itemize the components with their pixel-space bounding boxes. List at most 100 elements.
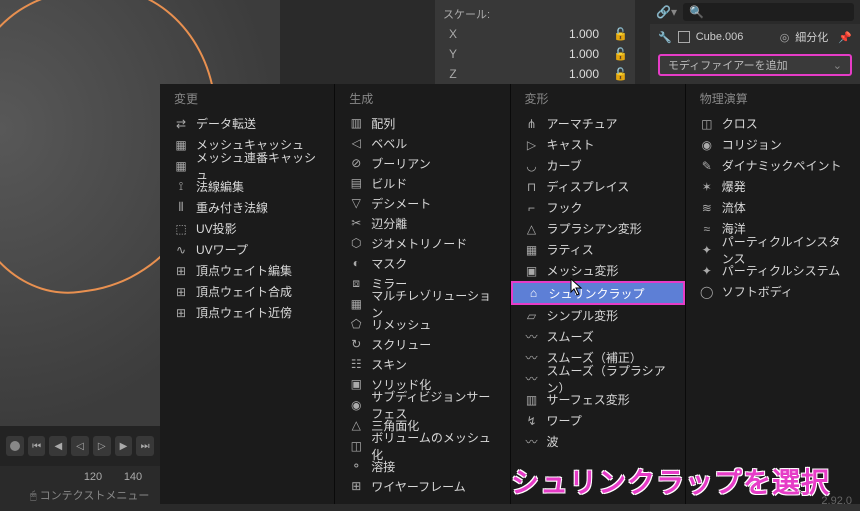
annotation-caption: シュリンクラップを選択 bbox=[511, 461, 830, 501]
modifier-icon: ✦ bbox=[700, 243, 714, 257]
jump-start-button[interactable]: ⏮ bbox=[28, 436, 46, 456]
menu-item[interactable]: ∿UVワープ bbox=[160, 239, 334, 260]
scale-y-label: Y bbox=[443, 47, 463, 61]
menu-item[interactable]: ◉サブディビジョンサーフェス bbox=[335, 394, 509, 415]
add-modifier-dropdown[interactable]: モディファイアーを追加 ⌄ bbox=[658, 54, 852, 76]
menu-item[interactable]: ▷キャスト bbox=[511, 134, 685, 155]
menu-item[interactable]: ▱シンプル変形 bbox=[511, 305, 685, 326]
play-reverse-button[interactable]: ◁ bbox=[71, 436, 89, 456]
pin-icon[interactable]: 📌 bbox=[838, 31, 852, 44]
menu-item[interactable]: ▣メッシュ変形 bbox=[511, 260, 685, 281]
menu-item-label: 法線編集 bbox=[196, 178, 244, 195]
menu-column-deform: 変形 ⋔アーマチュア▷キャスト ◡ カーブ ⊓ディスプレイス⌐フック△ラプラシアン変形… bbox=[511, 84, 686, 504]
column-header-deform: 変形 bbox=[511, 86, 685, 113]
menu-item[interactable]: ☷スキン bbox=[335, 354, 509, 374]
menu-item[interactable]: ◁ベベル bbox=[335, 133, 509, 153]
modifier-icon: ⬠ bbox=[349, 317, 363, 331]
column-header-generate: 生成 bbox=[335, 86, 509, 113]
keyframe-prev-button[interactable]: ◀ bbox=[49, 436, 67, 456]
menu-item-label: 辺分離 bbox=[371, 215, 407, 232]
subdiv-icon: ◎ bbox=[780, 31, 790, 44]
jump-end-button[interactable]: ⏭ bbox=[136, 436, 154, 456]
menu-item-label: リメッシュ bbox=[371, 316, 431, 333]
menu-item[interactable]: 〰スムーズ bbox=[511, 326, 685, 347]
subdiv-label: 細分化 bbox=[795, 29, 828, 45]
modifier-icon: ◡ bbox=[525, 159, 539, 173]
menu-item[interactable]: ⬚UV投影 bbox=[160, 218, 334, 239]
modifier-icon: ▦ bbox=[525, 243, 539, 257]
menu-item[interactable]: ▽デシメート bbox=[335, 193, 509, 213]
menu-item-label: 配列 bbox=[371, 115, 395, 132]
menu-item[interactable]: ▦マルチレゾリューション bbox=[335, 293, 509, 314]
menu-item[interactable]: ▥ 配列 bbox=[335, 113, 509, 133]
menu-item[interactable]: 〰波 bbox=[511, 431, 685, 452]
menu-item[interactable]: ⬠ リメッシュ bbox=[335, 314, 509, 334]
keyframe-next-button[interactable]: ▶ bbox=[115, 436, 133, 456]
modifier-icon: ⊞ bbox=[349, 479, 363, 493]
menu-item[interactable]: ✶爆発 bbox=[686, 176, 860, 197]
menu-item[interactable]: 〰スムーズ（ラプラシアン） bbox=[511, 368, 685, 389]
menu-item[interactable]: ✎ダイナミックペイント bbox=[686, 155, 860, 176]
menu-item[interactable]: ↻スクリュー bbox=[335, 334, 509, 354]
menu-item[interactable]: ▥サーフェス変形 bbox=[511, 389, 685, 410]
menu-item[interactable]: ⌂シュリンクラップ bbox=[511, 281, 685, 305]
menu-item[interactable]: ⊞頂点ウェイト合成 bbox=[160, 281, 334, 302]
menu-item[interactable]: ▦ ラティス bbox=[511, 239, 685, 260]
lock-icon[interactable]: 🔓 bbox=[613, 27, 627, 41]
menu-item[interactable]: ⚬溶接 bbox=[335, 456, 509, 476]
menu-item[interactable]: △ラプラシアン変形 bbox=[511, 218, 685, 239]
menu-item[interactable]: ✂辺分離 bbox=[335, 213, 509, 233]
menu-item[interactable]: ≋流体 bbox=[686, 197, 860, 218]
modifier-icon: ↻ bbox=[349, 337, 363, 351]
menu-item[interactable]: ⊞頂点ウェイト近傍 bbox=[160, 302, 334, 323]
modifier-icon: ▱ bbox=[525, 309, 539, 323]
menu-item[interactable]: ⋔アーマチュア bbox=[511, 113, 685, 134]
menu-item-label: カーブ bbox=[547, 157, 582, 174]
menu-item[interactable]: ⊓ディスプレイス bbox=[511, 176, 685, 197]
menu-item-label: ソフトボディ bbox=[722, 283, 793, 300]
menu-item-label: ダイナミックペイント bbox=[722, 157, 842, 174]
menu-column-physics: 物理演算 ◫クロス◉コリジョン✎ダイナミックペイント✶爆発≋流体≈海洋✦パーティ… bbox=[686, 84, 860, 504]
version-label: 2.92.0 bbox=[821, 495, 852, 507]
menu-item[interactable]: ◫ボリュームのメッシュ化 bbox=[335, 435, 509, 456]
menu-item-label: 爆発 bbox=[722, 178, 746, 195]
menu-item[interactable]: ▦メッシュ連番キャッシュ bbox=[160, 155, 334, 176]
menu-item[interactable]: ✦パーティクルインスタンス bbox=[686, 239, 860, 260]
wrench-icon: 🔧 bbox=[658, 31, 672, 44]
link-icon[interactable]: 🔗▾ bbox=[656, 5, 677, 19]
lock-icon[interactable]: 🔓 bbox=[613, 67, 627, 81]
lock-icon[interactable]: 🔓 bbox=[613, 47, 627, 61]
menu-item[interactable]: ⊞ワイヤーフレーム bbox=[335, 476, 509, 496]
menu-item[interactable]: ◯ソフトボディ bbox=[686, 281, 860, 302]
menu-item[interactable]: ⬡ジオメトリノード bbox=[335, 233, 509, 253]
menu-item[interactable]: ▤ビルド bbox=[335, 173, 509, 193]
menu-item[interactable]: ◫クロス bbox=[686, 113, 860, 134]
menu-item[interactable]: ⌐フック bbox=[511, 197, 685, 218]
menu-item[interactable]: ⟟法線編集 bbox=[160, 176, 334, 197]
menu-item[interactable]: ✦ パーティクルシステム bbox=[686, 260, 860, 281]
scale-z-value[interactable]: 1.000 bbox=[471, 67, 605, 81]
menu-item[interactable]: ⇄データ転送 bbox=[160, 113, 334, 134]
modifier-icon: ◫ bbox=[700, 117, 714, 131]
menu-item-label: パーティクルシステム bbox=[722, 262, 841, 279]
play-button[interactable]: ▷ bbox=[93, 436, 111, 456]
menu-item[interactable]: ⊘ブーリアン bbox=[335, 153, 509, 173]
modifier-icon: ✦ bbox=[700, 264, 714, 278]
scale-x-value[interactable]: 1.000 bbox=[471, 27, 605, 41]
menu-item-label: メッシュ変形 bbox=[547, 262, 619, 279]
menu-item[interactable]: ⫴重み付き法線 bbox=[160, 197, 334, 218]
menu-item[interactable]: ⊞頂点ウェイト編集 bbox=[160, 260, 334, 281]
menu-item-label: ラティス bbox=[547, 241, 594, 258]
menu-item[interactable]: ◉コリジョン bbox=[686, 134, 860, 155]
menu-item-label: スキン bbox=[371, 356, 407, 373]
modifier-icon: ⫴ bbox=[174, 201, 188, 215]
object-name: Cube.006 bbox=[696, 31, 744, 43]
menu-item[interactable]: ↯ワープ bbox=[511, 410, 685, 431]
modifier-icon: ▥ bbox=[349, 116, 363, 130]
scale-y-value[interactable]: 1.000 bbox=[471, 47, 605, 61]
search-input[interactable]: 🔍 bbox=[683, 3, 854, 21]
record-button[interactable] bbox=[6, 436, 24, 456]
menu-item[interactable]: ◐マスク bbox=[335, 253, 509, 273]
menu-item[interactable]: ◡ カーブ bbox=[511, 155, 685, 176]
scale-z-label: Z bbox=[443, 67, 463, 81]
